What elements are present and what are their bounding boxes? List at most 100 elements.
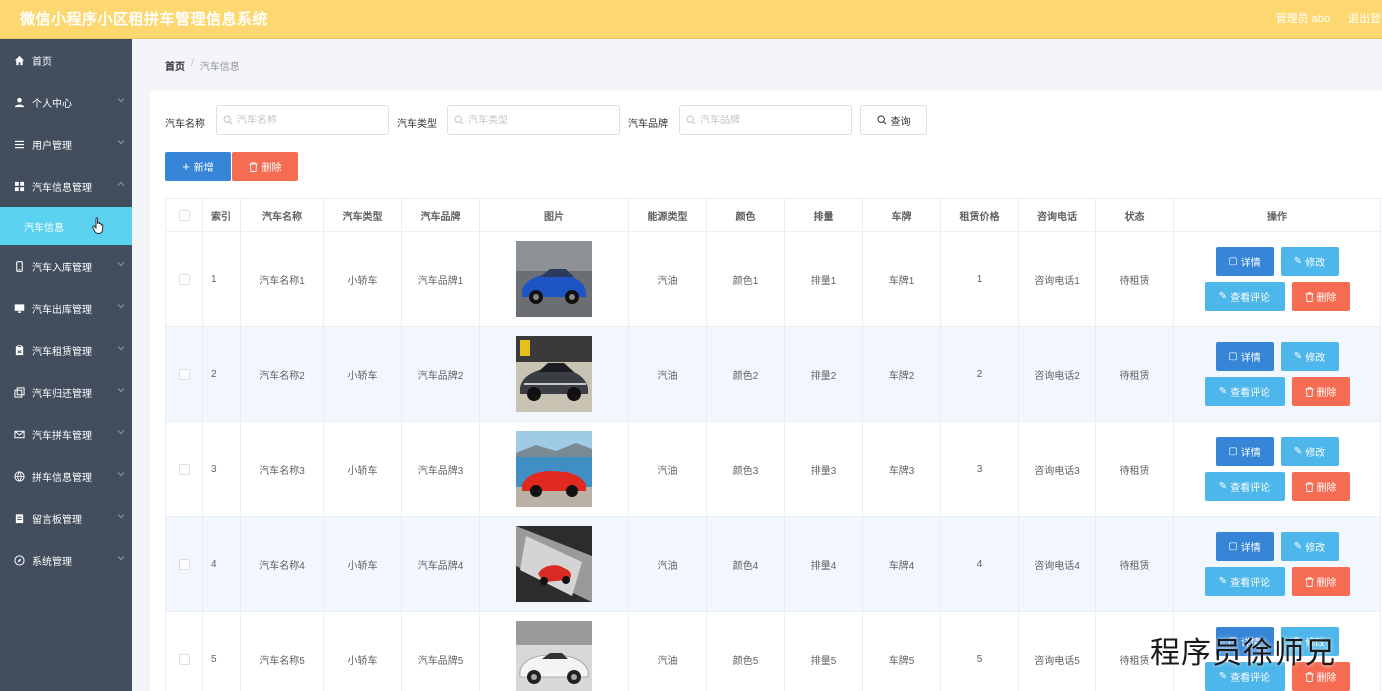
detail-button[interactable]: ▢ 详情 [1215,247,1274,276]
displacement-cell: 排量3 [785,422,863,517]
delete-button[interactable]: 删除 [1291,377,1350,406]
sidebar-item-label: 留言板管理 [32,514,82,526]
sidebar-item-profile[interactable]: 个人中心 [0,81,132,123]
view-comments-button[interactable]: ✎ 查看评论 [1204,377,1285,406]
globe-icon [14,470,25,482]
sidebar-item-car-rental[interactable]: 汽车租赁管理 [0,329,132,371]
select-cell [166,327,203,422]
edit-button[interactable]: ✎ 修改 [1280,437,1339,466]
view-comments-button[interactable]: ✎ 查看评论 [1204,472,1285,501]
table-row: 1 汽车名称1 小轿车 汽车品牌1 汽油 颜色1 排量1 车牌1 1 咨询电话1… [166,232,1382,327]
header-cell: 咨询电话 [1019,199,1096,232]
edit-button-label: 修改 [1305,543,1326,554]
chevron-down-icon [117,388,125,393]
row-checkbox[interactable] [178,463,190,475]
sidebar-item-carpool-info[interactable]: 拼车信息管理 [0,455,132,497]
pencil-icon: ✎ [1218,386,1228,397]
car-brand-input[interactable] [700,114,840,126]
car-type-cell: 小轿车 [324,612,402,691]
view-comments-button[interactable]: ✎ 查看评论 [1204,282,1285,311]
sidebar-item-label: 汽车出库管理 [32,304,92,316]
sidebar-subitem-car-info[interactable]: 汽车信息 [0,207,132,245]
select-cell [166,517,203,612]
sidebar-item-message-board[interactable]: 留言板管理 [0,497,132,539]
view-comments-button[interactable]: ✎ 查看评论 [1204,567,1285,596]
pencil-icon: ✎ [1293,446,1303,457]
sidebar-item-carpool[interactable]: 汽车拼车管理 [0,413,132,455]
list-icon [14,139,25,150]
chevron-up-icon [117,181,125,186]
breadcrumb-home[interactable]: 首页 [165,58,185,73]
car-type-cell: 小轿车 [324,517,402,612]
row-checkbox[interactable] [178,273,190,285]
header-cell: 能源类型 [629,199,707,232]
edit-button[interactable]: ✎ 修改 [1280,342,1339,371]
sidebar-item-label: 汽车信息管理 [32,182,92,194]
delete-button[interactable]: 删除 [1291,567,1350,596]
sidebar-item-system[interactable]: 系统管理 [0,539,132,581]
batch-delete-button[interactable]: 删除 [232,152,298,181]
trash-icon [1305,576,1313,587]
car-name-cell: 汽车名称2 [241,327,324,422]
header-select-cell [166,199,203,232]
edit-button[interactable]: ✎ 修改 [1280,532,1339,561]
trash-icon [1305,386,1313,397]
pencil-icon: ✎ [1293,256,1303,267]
search-icon [454,115,464,125]
edit-button-label: 修改 [1305,353,1326,364]
detail-button[interactable]: ▢ 详情 [1215,532,1274,561]
logout-link[interactable]: 退出登录 [1348,10,1382,26]
status-cell: 待租赁 [1096,422,1174,517]
row-checkbox[interactable] [178,653,190,665]
sidebar-item-label: 拼车信息管理 [32,472,92,484]
chevron-down-icon [117,140,125,145]
chevron-down-icon [117,262,125,267]
sidebar-item-users[interactable]: 用户管理 [0,123,132,165]
status-cell: 待租赁 [1096,327,1174,422]
add-button[interactable]: + 新增 [165,152,231,181]
car-name-input[interactable] [237,114,377,126]
pencil-icon: ✎ [1218,291,1228,302]
displacement-cell: 排量4 [785,517,863,612]
energy-cell: 汽油 [629,327,707,422]
index-cell: 2 [203,327,241,422]
car-type-input[interactable] [468,114,608,126]
delete-button[interactable]: 删除 [1291,472,1350,501]
car-type-label: 汽车类型 [397,119,437,130]
grid-icon [14,181,25,192]
edit-button[interactable]: ✎ 修改 [1280,247,1339,276]
sidebar-item-label: 汽车入库管理 [32,262,92,274]
color-cell: 颜色1 [707,232,785,327]
row-checkbox[interactable] [178,558,190,570]
select-all-checkbox[interactable] [178,209,190,221]
row-checkbox[interactable] [178,368,190,380]
energy-cell: 汽油 [629,232,707,327]
sidebar-subitem-label: 汽车信息 [24,222,64,234]
select-cell [166,612,203,691]
sidebar-item-car-stock-in[interactable]: 汽车入库管理 [0,245,132,287]
detail-button[interactable]: ▢ 详情 [1215,342,1274,371]
chevron-down-icon [117,556,125,561]
displacement-cell: 排量2 [785,327,863,422]
chevron-down-icon [117,430,125,435]
sidebar-item-home[interactable]: 首页 [0,39,132,81]
delete-button[interactable]: 删除 [1291,282,1350,311]
header-cell: 汽车品牌 [402,199,480,232]
table-row: 3 汽车名称3 小轿车 汽车品牌3 汽油 颜色3 排量3 车牌3 3 咨询电话3… [166,422,1382,517]
document-icon: ▢ [1228,541,1238,552]
car-name-search[interactable] [216,105,389,135]
sidebar-item-car-return[interactable]: 汽车归还管理 [0,371,132,413]
plate-cell: 车牌3 [863,422,941,517]
car-type-search[interactable] [447,105,620,135]
sidebar-item-car-stock-out[interactable]: 汽车出库管理 [0,287,132,329]
detail-button[interactable]: ▢ 详情 [1215,437,1274,466]
car-brand-search[interactable] [679,105,852,135]
car-brand-cell: 汽车品牌5 [402,612,480,691]
delete-button-label: 删除 [1316,388,1337,399]
operations-cell: ▢ 详情 ✎ 修改 ✎ 查看评论 删除 [1174,327,1381,422]
document-icon: ▢ [1228,446,1238,457]
sidebar-item-car-info-management[interactable]: 汽车信息管理 [0,165,132,207]
query-button[interactable]: 查询 [860,105,927,135]
image-cell [480,517,629,612]
chevron-down-icon [117,472,125,477]
